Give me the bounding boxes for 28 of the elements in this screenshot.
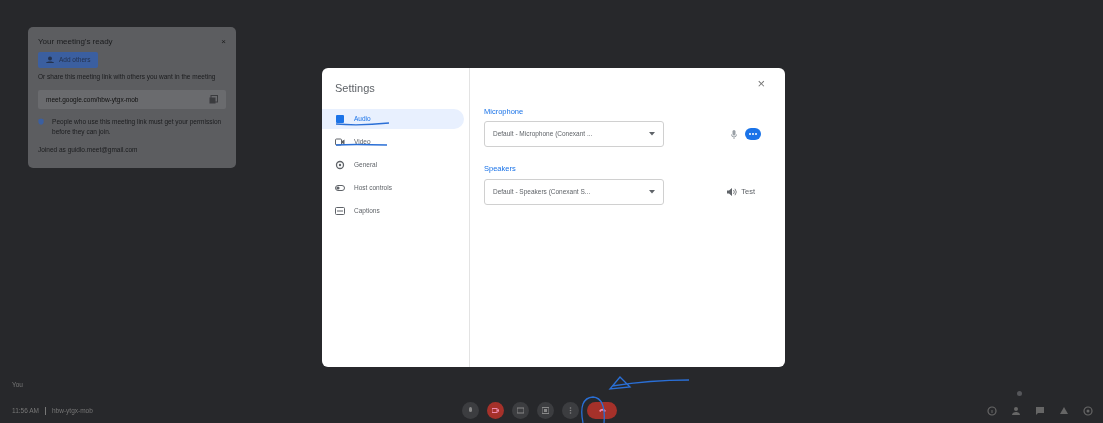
camera-off-icon [492,407,499,414]
captions-icon [517,407,524,414]
shield-icon [38,117,45,127]
dropdown-caret-icon [649,132,655,137]
copy-icon[interactable] [209,94,218,104]
hand-drawn-underline [335,122,390,126]
add-person-icon [46,56,55,64]
hang-up-icon [598,407,606,414]
activities-icon[interactable] [1059,405,1069,416]
call-control-button[interactable] [537,402,554,419]
chat-icon[interactable] [1035,405,1045,416]
level-indicator-icon [745,128,761,141]
call-control-button[interactable] [462,402,479,419]
hand-drawn-underline [335,143,388,146]
microphone-icon [731,129,737,139]
close-button[interactable]: × [751,76,771,91]
info-icon[interactable] [987,405,997,416]
more-options-icon [567,407,574,414]
toggle-icon [335,182,345,193]
dialog-title: Settings [334,81,376,96]
gear-icon [335,159,345,170]
call-control-button[interactable] [587,402,617,419]
camera-icon [335,136,345,147]
call-control-button[interactable] [487,402,504,419]
people-icon[interactable] [1011,405,1021,416]
captions-icon [335,205,345,216]
present-icon [542,407,549,414]
dropdown-caret-icon [649,189,655,194]
